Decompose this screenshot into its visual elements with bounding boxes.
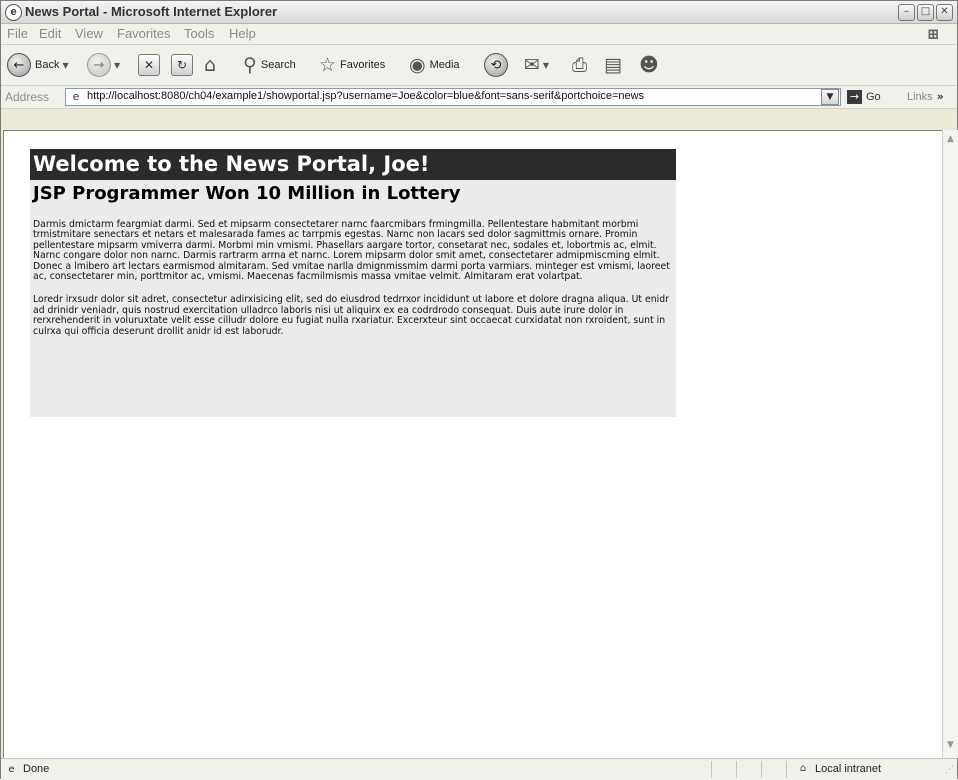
media-label: Media — [429, 59, 460, 71]
search-label: Search — [260, 59, 296, 71]
address-bar: Address e http://localhost:8080/ch04/exa… — [1, 86, 957, 109]
edit-button[interactable]: ▤ — [604, 51, 622, 79]
forward-dropdown-icon[interactable]: ▼ — [114, 61, 120, 70]
menu-edit[interactable]: Edit — [39, 26, 61, 41]
back-label: Back — [35, 59, 60, 71]
favorites-button[interactable]: ☆ Favorites — [319, 51, 385, 79]
intranet-icon: ⌂ — [799, 763, 807, 774]
status-divider — [711, 761, 712, 778]
menu-favorites[interactable]: Favorites — [117, 26, 170, 41]
welcome-banner: Welcome to the News Portal, Joe! — [30, 149, 676, 180]
zone-label: Local intranet — [815, 763, 882, 775]
minimize-button[interactable]: – — [898, 4, 915, 21]
status-divider — [736, 761, 737, 778]
messenger-icon: ☻ — [639, 54, 659, 76]
ie-page-icon: e — [5, 4, 22, 21]
refresh-button[interactable]: ↻ — [171, 51, 193, 79]
page-icon: e — [72, 90, 80, 103]
go-arrow-icon: → — [847, 90, 862, 104]
search-button[interactable]: ⚲ Search — [243, 51, 296, 79]
refresh-icon: ↻ — [171, 54, 193, 76]
news-paragraph-2: Loredr irxsudr dolor sit adret, consecte… — [33, 294, 669, 337]
maximize-button[interactable]: □ — [917, 4, 934, 21]
ie-page-icon: e — [8, 764, 15, 775]
news-paragraph-1: Darmis dmictarm feargmiat darmi. Sed et … — [33, 219, 670, 283]
search-magnifier-icon: ⚲ — [243, 54, 257, 76]
address-label: Address — [5, 90, 50, 104]
back-dropdown-icon[interactable]: ▼ — [62, 61, 68, 70]
messenger-button[interactable]: ☻ — [639, 51, 659, 79]
chevron-right-icon: » — [936, 90, 944, 103]
status-bar: e Done ⌂ Local intranet ⋰ — [1, 758, 957, 780]
menu-file[interactable]: File — [7, 26, 28, 41]
print-button[interactable]: ⎙ — [572, 51, 587, 79]
stop-button[interactable]: ✕ — [138, 51, 160, 79]
print-icon: ⎙ — [572, 54, 588, 76]
menu-help[interactable]: Help — [229, 26, 256, 41]
back-button[interactable]: ← Back ▼ — [7, 51, 69, 79]
home-button[interactable]: ⌂ — [204, 51, 216, 79]
close-button[interactable]: ✕ — [936, 4, 953, 21]
links-label: Links — [907, 91, 933, 103]
window-title: News Portal - Microsoft Internet Explore… — [25, 4, 278, 19]
history-button[interactable]: ⟲ — [484, 51, 508, 79]
resize-grip-icon[interactable]: ⋰ — [945, 765, 954, 775]
address-input[interactable]: e http://localhost:8080/ch04/example1/sh… — [65, 88, 841, 106]
windows-logo-icon: ⊞ — [927, 25, 940, 43]
window-controls: – □ ✕ — [898, 4, 953, 21]
menu-bar: File Edit View Favorites Tools Help ⊞ — [1, 24, 957, 45]
browser-window: e News Portal - Microsoft Internet Explo… — [0, 0, 958, 780]
media-button[interactable]: ◉ Media — [409, 51, 460, 79]
page-viewport: Welcome to the News Portal, Joe! JSP Pro… — [3, 130, 942, 758]
stop-icon: ✕ — [138, 54, 160, 76]
status-divider — [761, 761, 762, 778]
address-url: http://localhost:8080/ch04/example1/show… — [87, 90, 645, 102]
favorites-label: Favorites — [340, 59, 386, 71]
history-icon: ⟲ — [484, 53, 508, 77]
title-bar: e News Portal - Microsoft Internet Explo… — [1, 1, 957, 24]
home-icon: ⌂ — [204, 54, 217, 76]
mail-icon: ✉ — [524, 54, 540, 76]
go-label: Go — [866, 91, 881, 103]
security-zone: ⌂ Local intranet — [795, 762, 881, 776]
links-button[interactable]: Links» — [907, 90, 944, 103]
edit-icon: ▤ — [604, 54, 622, 76]
mail-dropdown-icon[interactable]: ▼ — [543, 61, 549, 70]
scroll-down-icon[interactable]: ▼ — [943, 738, 958, 753]
back-arrow-icon: ← — [7, 53, 31, 77]
forward-arrow-icon: → — [87, 53, 111, 77]
mail-button[interactable]: ✉ ▼ — [524, 51, 549, 79]
forward-button[interactable]: → ▼ — [87, 51, 120, 79]
status-text: Done — [23, 763, 50, 775]
news-panel: Welcome to the News Portal, Joe! JSP Pro… — [30, 149, 676, 417]
standard-toolbar: ← Back ▼ → ▼ ✕ ↻ ⌂ ⚲ Search ☆ Favorites … — [1, 45, 957, 86]
news-headline: JSP Programmer Won 10 Million in Lottery — [33, 183, 461, 204]
menu-tools[interactable]: Tools — [184, 26, 214, 41]
star-icon: ☆ — [319, 54, 337, 76]
media-icon: ◉ — [409, 54, 426, 76]
vertical-scrollbar[interactable]: ▲ ▼ — [942, 130, 958, 758]
scroll-up-icon[interactable]: ▲ — [943, 132, 958, 147]
address-dropdown-icon[interactable]: ▼ — [821, 89, 839, 105]
go-button[interactable]: → Go — [847, 89, 881, 105]
menu-view[interactable]: View — [75, 26, 103, 41]
status-divider — [786, 761, 787, 778]
